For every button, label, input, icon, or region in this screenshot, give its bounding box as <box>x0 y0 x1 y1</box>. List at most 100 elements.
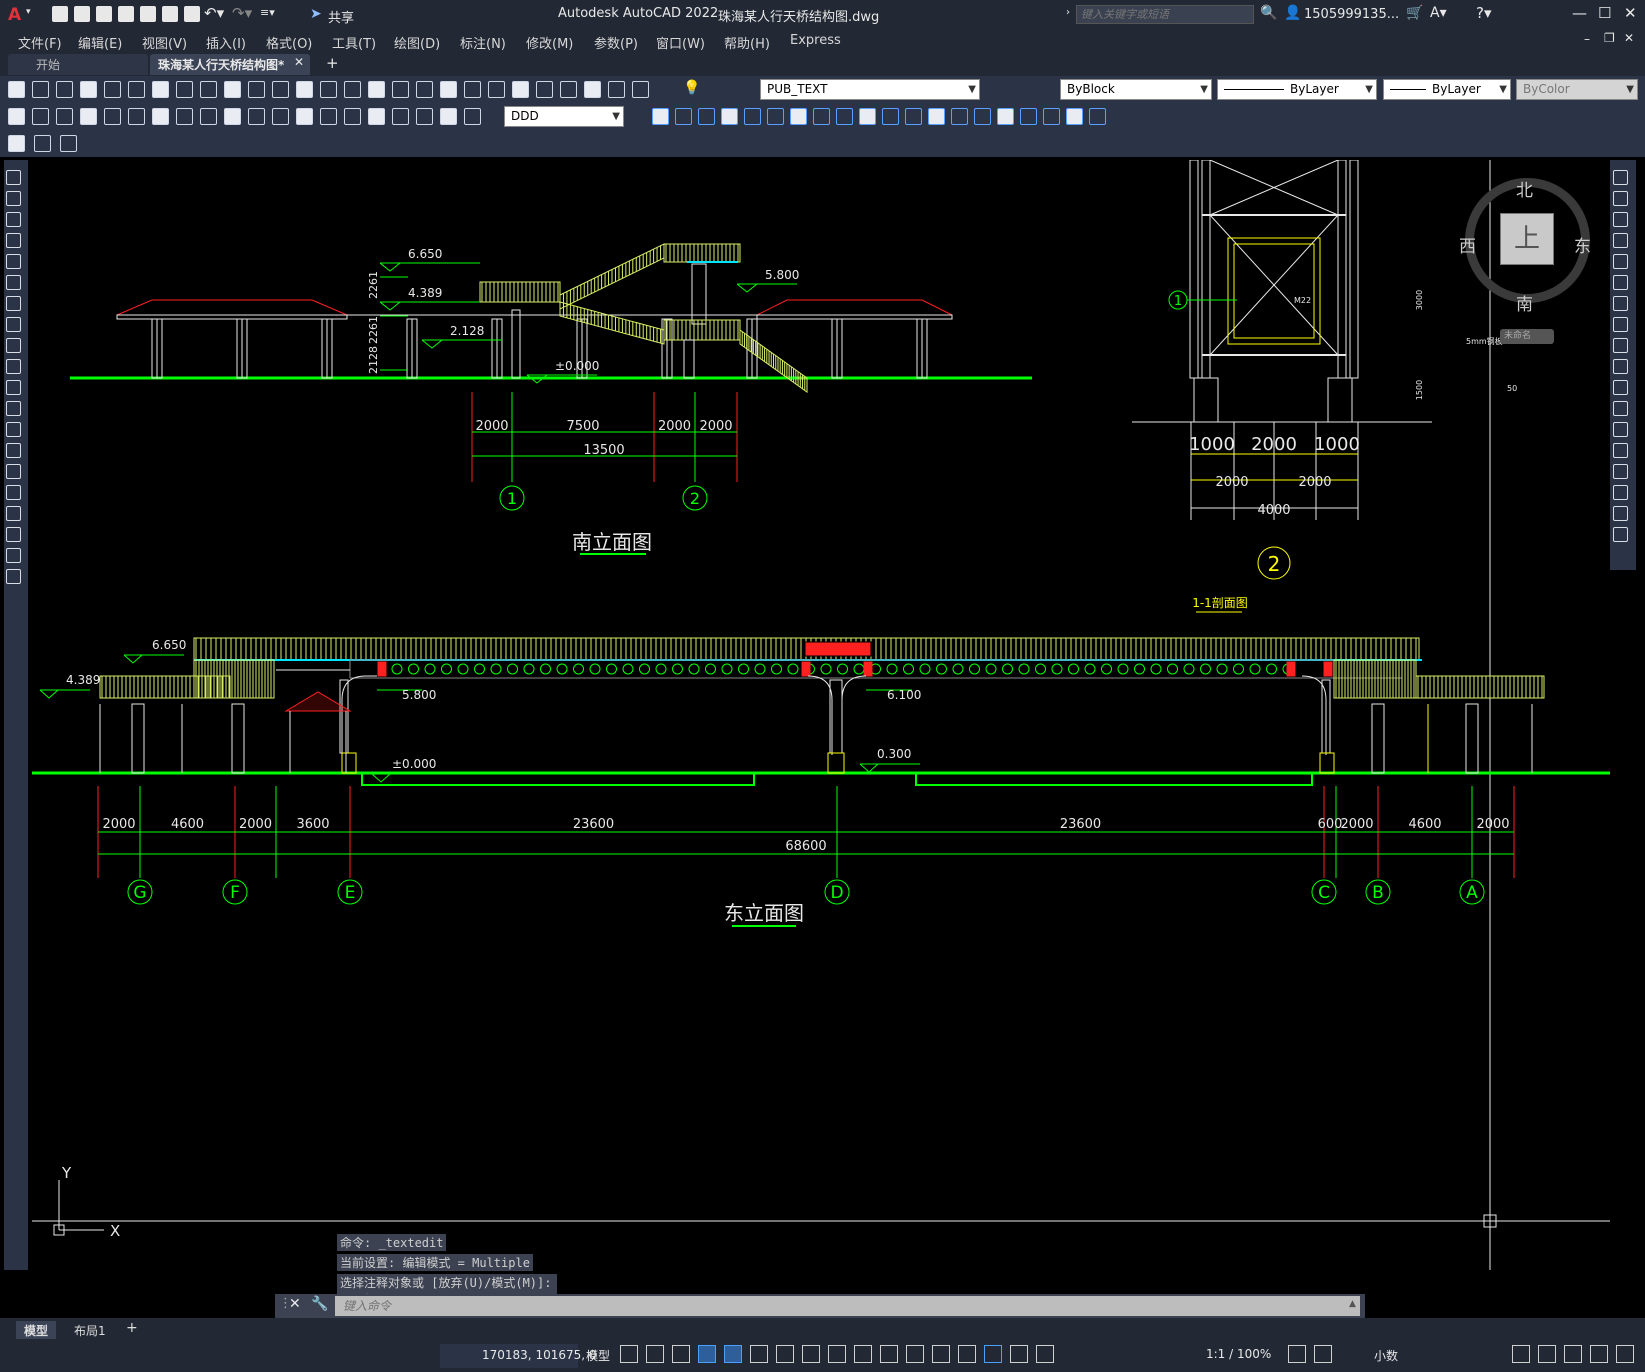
jogged-icon[interactable] <box>128 108 145 125</box>
block-editor-icon[interactable] <box>272 81 289 98</box>
color-dropdown[interactable]: ByBlock ▼ <box>1060 79 1212 100</box>
osnap-tracking-toggle-icon[interactable] <box>776 1345 794 1363</box>
annotation-scale[interactable]: 1:1 / 100% <box>1206 1347 1271 1361</box>
dynamic-ucs-toggle-icon[interactable] <box>932 1345 950 1363</box>
fullscreen-icon[interactable] <box>1590 1345 1608 1363</box>
drawing-canvas[interactable]: 6.650 4.389 2.128 ±0.000 5.800 2261 2261 2128 20… <box>32 159 1610 1290</box>
redo-icon[interactable]: ↷▾ <box>232 4 252 22</box>
array-icon[interactable] <box>1613 254 1628 269</box>
viewcube-east[interactable]: 东 <box>1574 232 1591 257</box>
continue-icon[interactable] <box>248 108 265 125</box>
3d-osnap-toggle-icon[interactable] <box>906 1345 924 1363</box>
add-layout-button[interactable]: + <box>118 1319 146 1337</box>
linear-dim-icon[interactable] <box>8 108 25 125</box>
line-icon[interactable] <box>6 170 21 185</box>
scale-icon[interactable] <box>997 108 1014 125</box>
save-icon[interactable] <box>96 6 112 22</box>
command-customize-icon[interactable]: 🔧 <box>311 1296 328 1312</box>
annotation-monitor-icon[interactable] <box>1512 1345 1530 1363</box>
radius-icon[interactable] <box>104 108 121 125</box>
markup-icon[interactable] <box>536 81 553 98</box>
rotate-icon[interactable] <box>974 108 991 125</box>
search-input[interactable] <box>1076 5 1254 24</box>
tab-close-icon[interactable]: ✕ <box>294 55 304 69</box>
offset-icon[interactable] <box>1613 233 1628 248</box>
trim-icon[interactable] <box>1043 108 1060 125</box>
hatch-icon[interactable] <box>6 464 21 479</box>
menu-modify[interactable]: 修改(M) <box>526 33 573 52</box>
layer-on-icon[interactable]: 💡 <box>683 80 700 96</box>
draworder-under-icon[interactable] <box>721 108 738 125</box>
menu-draw[interactable]: 绘图(D) <box>394 33 440 52</box>
infer-toggle-icon[interactable] <box>672 1345 690 1363</box>
transparency-toggle-icon[interactable] <box>854 1345 872 1363</box>
coordinates-display[interactable]: 170183, 101675, 0 <box>440 1344 597 1368</box>
zoom-previous-icon[interactable] <box>416 81 433 98</box>
layer-dropdown[interactable]: PUB_TEXT ▼ <box>760 79 980 100</box>
hardware-accel-icon[interactable] <box>1538 1345 1556 1363</box>
text-front-icon[interactable] <box>744 108 761 125</box>
dimstyle-dropdown[interactable]: DDD ▼ <box>504 106 624 127</box>
doc-restore-icon[interactable]: ❐ <box>1604 31 1615 45</box>
help-icon[interactable]: ?▾ <box>1476 4 1492 22</box>
array-icon[interactable] <box>928 108 945 125</box>
doc-close-icon[interactable]: ✕ <box>1624 31 1634 45</box>
erase-icon[interactable] <box>1613 170 1628 185</box>
draworder-front-icon[interactable] <box>652 108 669 125</box>
menu-window[interactable]: 窗口(W) <box>656 33 705 52</box>
erase-icon[interactable] <box>836 108 853 125</box>
command-close-icon[interactable]: ✕ <box>289 1296 301 1312</box>
multiline-text-icon[interactable] <box>6 548 21 563</box>
tab-model[interactable]: 模型 <box>16 1321 57 1339</box>
save-web-icon[interactable] <box>162 6 178 22</box>
layer-state-icon[interactable] <box>632 81 649 98</box>
polyline-icon[interactable] <box>6 212 21 227</box>
draworder-above-icon[interactable] <box>698 108 715 125</box>
region-icon[interactable] <box>6 506 21 521</box>
plot-preview-icon[interactable] <box>104 81 121 98</box>
lineweight-dropdown[interactable]: ByLayer ▼ <box>1383 79 1511 100</box>
copy-icon[interactable] <box>200 81 217 98</box>
wcs-menu[interactable]: 未命名 <box>1500 329 1554 344</box>
snap-toggle-icon[interactable] <box>646 1345 664 1363</box>
settings-icon[interactable] <box>1288 1345 1306 1363</box>
match-properties-icon[interactable] <box>248 81 265 98</box>
open-web-icon[interactable] <box>140 6 156 22</box>
layer-walk-icon[interactable] <box>34 135 51 152</box>
tolerance-icon[interactable] <box>320 108 337 125</box>
copy-icon[interactable] <box>1613 191 1628 206</box>
dim-space-icon[interactable] <box>272 108 289 125</box>
diameter-icon[interactable] <box>152 108 169 125</box>
zoom-window-icon[interactable] <box>392 81 409 98</box>
quick-calc-icon[interactable] <box>560 81 577 98</box>
dsettings-icon[interactable] <box>8 135 25 152</box>
search-expand-icon[interactable]: › <box>1066 7 1070 18</box>
cut-icon[interactable] <box>176 81 193 98</box>
command-input[interactable] <box>335 1296 1360 1316</box>
dims-front-icon[interactable] <box>767 108 784 125</box>
model-space-button[interactable]: 模型 <box>586 1347 610 1364</box>
rectangle-icon[interactable] <box>6 254 21 269</box>
cart-icon[interactable]: 🛒 <box>1406 5 1423 21</box>
layer-properties-icon[interactable] <box>608 81 625 98</box>
polygon-icon[interactable] <box>6 233 21 248</box>
table-icon[interactable] <box>6 527 21 542</box>
layer-iso-icon[interactable] <box>60 135 77 152</box>
add-selected-icon[interactable] <box>6 569 21 584</box>
publish-icon[interactable] <box>128 81 145 98</box>
make-block-icon[interactable] <box>6 422 21 437</box>
open-icon[interactable] <box>32 81 49 98</box>
menu-express[interactable]: Express <box>790 33 841 48</box>
selection-filter-toggle-icon[interactable] <box>958 1345 976 1363</box>
share-icon[interactable]: ➤ <box>310 6 322 22</box>
menu-format[interactable]: 格式(O) <box>266 33 312 52</box>
angular-icon[interactable] <box>176 108 193 125</box>
linetype-dropdown[interactable]: ByLayer ▼ <box>1217 79 1377 100</box>
explode-icon[interactable] <box>1613 527 1628 542</box>
chamfer-icon[interactable] <box>1613 464 1628 479</box>
redo-icon[interactable] <box>320 81 337 98</box>
stretch-icon[interactable] <box>1613 338 1628 353</box>
copy-obj-icon[interactable] <box>859 108 876 125</box>
menu-help[interactable]: 帮助(H) <box>724 33 770 52</box>
menu-parametric[interactable]: 参数(P) <box>594 33 638 52</box>
